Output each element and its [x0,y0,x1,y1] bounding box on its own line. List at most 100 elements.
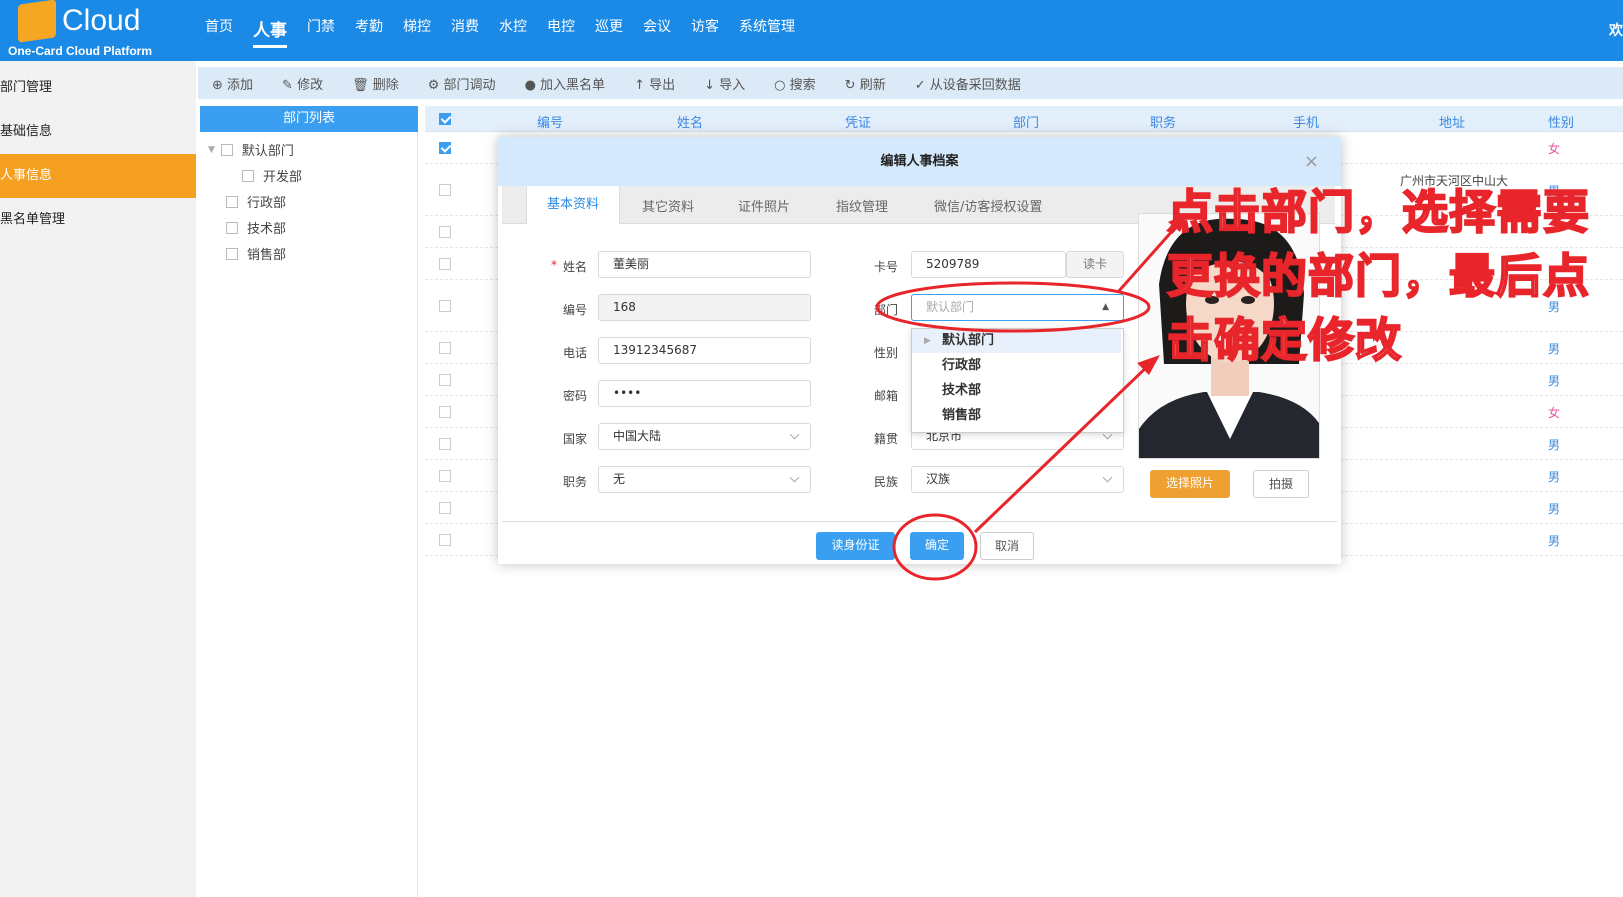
instruction-annotation: 点击部门，选择需要更换的部门，最后点击确定修改 [1166,184,1590,368]
col-name[interactable]: 姓名 [677,112,703,131]
post-select[interactable]: 无 [598,466,811,493]
country-label: 国家 [562,432,587,446]
toolbar: ⊕ 添加 ✎ 修改 🗑 删除 ⚙ 部门调动 ● 加入黑名单 ↑ 导出 ↓ 导入 … [198,67,1623,99]
phone-label: 电话 [562,346,587,360]
dept-option-default[interactable]: ▶ 默认部门 [912,329,1121,353]
name-label: 姓名 [562,260,587,274]
nation-select[interactable]: 汉族 [911,466,1124,493]
nav-access[interactable]: 门禁 [307,16,335,48]
tab-fingerprint[interactable]: 指纹管理 [836,196,888,215]
row-checkbox[interactable] [439,502,451,514]
col-credential[interactable]: 凭证 [845,112,871,131]
password-input[interactable]: •••• [598,380,811,407]
tree-item-sales[interactable]: 销售部 [226,244,286,263]
capture-photo-button[interactable]: 拍摄 [1253,470,1309,498]
row-checkbox[interactable] [439,470,451,482]
tab-other[interactable]: 其它资料 [642,196,694,215]
add-button[interactable]: ⊕ 添加 [212,74,253,93]
nav-consume[interactable]: 消费 [451,16,479,48]
col-mobile[interactable]: 手机 [1293,112,1319,131]
select-photo-button[interactable]: 选择照片 [1150,470,1230,498]
col-dept[interactable]: 部门 [1013,112,1039,131]
col-sex[interactable]: 性别 [1548,112,1574,131]
tree-item-default[interactable]: ▼ 默认部门 [208,140,294,159]
fetch-device-button[interactable]: ✓ 从设备采回数据 [915,74,1021,93]
brand-subtitle: One-Card Cloud Platform [8,44,153,58]
tab-wechat-visitor[interactable]: 微信/访客授权设置 [934,196,1042,215]
nav-power[interactable]: 电控 [547,16,575,48]
select-all-checkbox[interactable] [439,113,451,125]
edit-button[interactable]: ✎ 修改 [282,74,323,93]
tree-item-dev[interactable]: 开发部 [242,166,302,185]
no-input: 168 [598,294,811,321]
nation-label: 民族 [873,475,898,489]
row-checkbox[interactable] [439,226,451,238]
import-button[interactable]: ↓ 导入 [704,74,745,93]
nav-elevator[interactable]: 梯控 [403,16,431,48]
read-id-card-button[interactable]: 读身份证 [816,532,895,560]
row-checkbox[interactable] [439,342,451,354]
transfer-button[interactable]: ⚙ 部门调动 [428,74,496,93]
nav-meeting[interactable]: 会议 [643,16,671,48]
row-checkbox[interactable] [439,374,451,386]
nav-attendance[interactable]: 考勤 [355,16,383,48]
nav-patrol[interactable]: 巡更 [595,16,623,48]
dept-dropdown: ▶ 默认部门 行政部 技术部 销售部 [911,328,1124,433]
dialog-header: 编辑人事档案 × [498,137,1341,186]
no-label: 编号 [562,303,587,317]
sidebar-item-personnel[interactable]: 人事信息 [0,154,196,198]
col-no[interactable]: 编号 [537,112,563,131]
row-checkbox[interactable] [439,438,451,450]
dept-option-admin[interactable]: 行政部 [912,354,1121,378]
chevron-down-icon [1102,472,1113,483]
nav-visitor[interactable]: 访客 [691,16,719,48]
nav-personnel[interactable]: 人事 [253,16,287,48]
dept-option-tech[interactable]: 技术部 [912,379,1121,403]
country-select[interactable]: 中国大陆 [598,423,811,450]
dept-select[interactable]: 默认部门 ▲ [911,294,1124,321]
confirm-button[interactable]: 确定 [910,532,964,560]
refresh-button[interactable]: ↻ 刷新 [845,74,886,93]
tab-id-photo[interactable]: 证件照片 [738,196,790,215]
nav-water[interactable]: 水控 [499,16,527,48]
close-icon[interactable]: × [1304,137,1319,186]
sex-cell: 男 [1548,534,1561,548]
row-checkbox[interactable] [439,142,451,154]
search-button[interactable]: ○ 搜索 [774,74,816,93]
nav-home[interactable]: 首页 [205,16,233,48]
col-post[interactable]: 职务 [1150,112,1176,131]
export-button[interactable]: ↑ 导出 [634,74,675,93]
post-label: 职务 [562,475,587,489]
tree-item-tech[interactable]: 技术部 [226,218,286,237]
cancel-button[interactable]: 取消 [980,532,1034,560]
tree-item-admin[interactable]: 行政部 [226,192,286,211]
col-address[interactable]: 地址 [1439,112,1465,131]
row-checkbox[interactable] [439,534,451,546]
name-input[interactable]: 董美丽 [598,251,811,278]
welcome-text: 欢 [1609,23,1623,39]
sex-cell: 女 [1548,406,1561,420]
tab-basic[interactable]: 基本资料 [526,186,621,224]
sex-cell: 男 [1548,438,1561,452]
dialog-footer-divider [502,521,1337,522]
nav-system[interactable]: 系统管理 [739,16,795,48]
caret-up-icon: ▲ [1102,302,1109,312]
row-checkbox[interactable] [439,406,451,418]
sex-cell: 男 [1548,502,1561,516]
read-card-button[interactable]: 读卡 [1066,251,1124,278]
sex-label: 性别 [873,346,898,360]
sidebar-item-dept[interactable]: 部门管理 [0,66,196,110]
password-label: 密码 [562,389,587,403]
row-checkbox[interactable] [439,300,451,312]
phone-input[interactable]: 13912345687 [598,337,811,364]
delete-button[interactable]: 🗑 删除 [352,74,399,93]
blacklist-button[interactable]: ● 加入黑名单 [525,74,606,93]
card-input[interactable]: 5209789 [911,251,1066,278]
row-checkbox[interactable] [439,184,451,196]
sidebar-item-blacklist[interactable]: 黑名单管理 [0,198,196,242]
dept-label: 部门 [873,303,898,317]
dept-option-sales[interactable]: 销售部 [912,404,1121,428]
row-checkbox[interactable] [439,258,451,270]
card-label: 卡号 [873,260,898,274]
sidebar-item-basic[interactable]: 基础信息 [0,110,196,154]
